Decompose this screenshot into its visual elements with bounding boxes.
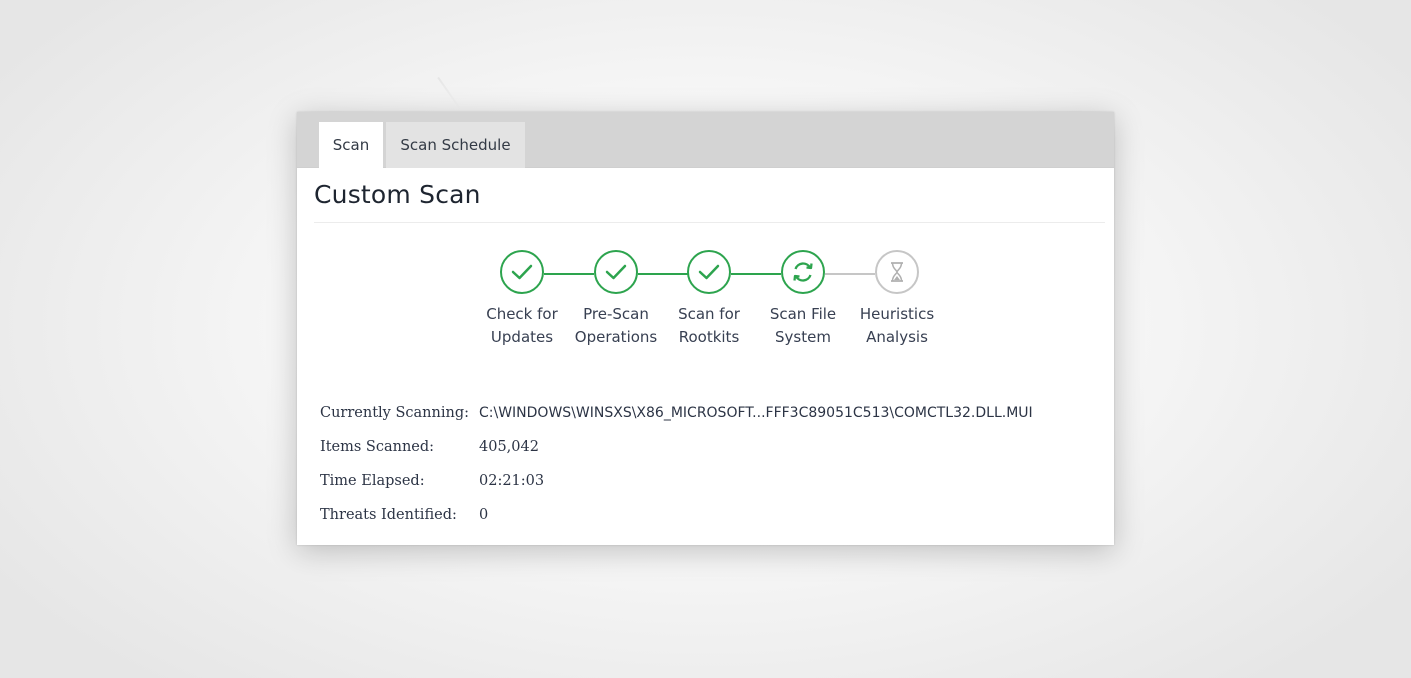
step-check-for-updates: Check for Updates: [472, 250, 572, 349]
step-label: Scan File System: [753, 303, 853, 349]
threats-identified-value: 0: [479, 507, 489, 523]
step-heuristics-analysis: Heuristics Analysis: [847, 250, 947, 349]
check-icon: [698, 264, 720, 280]
step-label-line: Heuristics: [859, 305, 935, 323]
step-scan-for-rootkits: Scan for Rootkits: [659, 250, 759, 349]
currently-scanning-row: Currently Scanning: C:\WINDOWS\WINSXS\X8…: [320, 396, 1033, 430]
step-scan-file-system: Scan File System: [753, 250, 853, 349]
step-label-line: System: [775, 328, 831, 346]
step-label-line: Scan File: [769, 305, 837, 323]
step-status-circle: [594, 250, 638, 294]
step-label: Heuristics Analysis: [847, 303, 947, 349]
check-icon: [511, 264, 533, 280]
step-status-circle: [500, 250, 544, 294]
items-scanned-row: Items Scanned: 405,042: [320, 430, 1033, 464]
step-label-line: Pre-Scan: [583, 305, 649, 323]
currently-scanning-label: Currently Scanning:: [320, 405, 470, 421]
step-label-line: Rootkits: [678, 328, 740, 346]
step-label-line: Operations: [574, 328, 658, 346]
step-label-line: Scan for: [678, 305, 740, 323]
step-label: Scan for Rootkits: [659, 303, 759, 349]
check-icon: [605, 264, 627, 280]
step-label-line: Check for: [486, 305, 558, 323]
step-pre-scan-operations: Pre-Scan Operations: [566, 250, 666, 349]
items-scanned-label: Items Scanned:: [320, 439, 435, 455]
currently-scanning-value: C:\WINDOWS\WINSXS\X86_MICROSOFT...FFF3C8…: [479, 405, 1033, 421]
threats-identified-label: Threats Identified:: [320, 507, 457, 523]
hourglass-icon: [891, 262, 903, 282]
time-elapsed-label: Time Elapsed:: [320, 473, 425, 489]
time-elapsed-value: 02:21:03: [479, 473, 545, 489]
step-label-line: Updates: [490, 328, 554, 346]
step-status-circle: [875, 250, 919, 294]
sync-icon: [793, 262, 813, 282]
step-label-line: Analysis: [866, 328, 928, 346]
background-decoration: [437, 76, 461, 110]
step-label: Check for Updates: [472, 303, 572, 349]
threats-identified-row: Threats Identified: 0: [320, 498, 1033, 532]
time-elapsed-row: Time Elapsed: 02:21:03: [320, 464, 1033, 498]
step-status-circle: [781, 250, 825, 294]
scan-details: Currently Scanning: C:\WINDOWS\WINSXS\X8…: [320, 396, 1033, 532]
step-label: Pre-Scan Operations: [566, 303, 666, 349]
step-status-circle: [687, 250, 731, 294]
items-scanned-value: 405,042: [479, 439, 539, 455]
scan-window: Scan Scan Schedule Custom Scan Check for…: [297, 112, 1114, 545]
